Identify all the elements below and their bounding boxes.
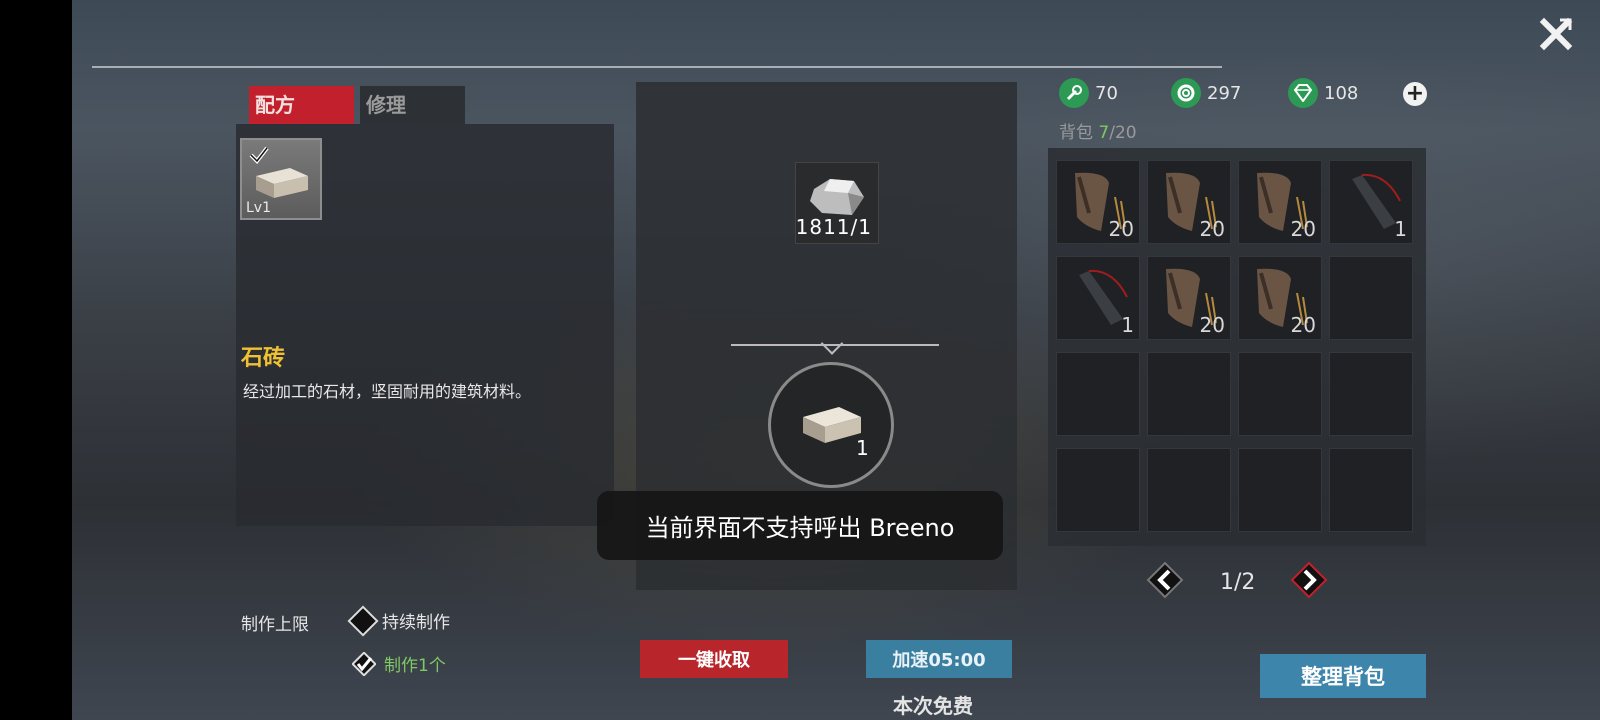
craft-limit-label: 制作上限 [241,615,309,635]
inventory-slot-count: 20 [1290,313,1316,337]
inventory-slot[interactable]: 1 [1056,256,1140,340]
currency-wrench-value: 70 [1095,82,1118,104]
inventory-slot[interactable]: 20 [1238,256,1322,340]
inventory-slot-count: 1 [1394,217,1407,241]
gear-coin-icon [1171,78,1201,108]
inventory-slot[interactable] [1056,352,1140,436]
tab-recipe[interactable]: 配方 [249,86,354,124]
output-slot[interactable] [768,362,894,488]
header-divider [92,66,1222,68]
inventory-slot-count: 1 [1121,313,1134,337]
option-craft-one[interactable]: 制作1个 [352,651,446,676]
system-toast: 当前界面不支持呼出 Breeno [597,491,1003,560]
recipe-slot-stone-brick[interactable]: Lv1 [240,138,322,220]
currency-gear: 297 [1171,78,1241,108]
inventory-slot-count: 20 [1199,313,1225,337]
inventory-slot[interactable]: 20 [1056,160,1140,244]
inventory-slot[interactable] [1147,448,1231,532]
stone-brick-icon [256,168,308,198]
option-continuous-craft[interactable]: 持续制作 [347,604,450,637]
item-description: 经过加工的石材，坚固耐用的建筑材料。 [243,382,532,401]
material-slot[interactable]: 1811/1 [795,162,879,244]
inventory-slot[interactable]: 1 [1329,160,1413,244]
item-name: 石砖 [241,346,286,371]
inventory-slot[interactable]: 20 [1147,256,1231,340]
inventory-slot[interactable] [1147,352,1231,436]
tab-repair[interactable]: 修理 [360,86,465,124]
gem-icon [1288,78,1318,108]
inventory-slot[interactable] [1238,352,1322,436]
material-count: 1811/1 [795,215,872,239]
currency-gem: 108 [1288,78,1358,108]
diamond-checkbox-icon [347,604,379,637]
wrench-coin-icon [1059,78,1089,108]
page-prev-button[interactable] [1145,560,1185,600]
output-count: 1 [856,436,869,460]
chevron-left-icon [1146,561,1184,599]
stone-icon [810,179,864,215]
inventory-slot[interactable]: 20 [1147,160,1231,244]
option-craft-one-label: 制作1个 [384,656,446,676]
currency-gem-value: 108 [1324,82,1359,104]
speed-up-button[interactable]: 加速05:00 [866,640,1012,678]
bag-used: 7 [1098,123,1110,143]
inventory-slot[interactable] [1329,448,1413,532]
add-currency-button[interactable]: + [1403,82,1427,106]
inventory-slot[interactable]: 20 [1238,160,1322,244]
collect-all-button[interactable]: 一键收取 [640,640,788,678]
close-icon[interactable] [1538,16,1574,52]
inventory-slot-count: 20 [1108,217,1134,241]
currency-wrench: 70 [1059,78,1118,108]
recipe-level: Lv1 [246,200,271,216]
inventory-grid: 20 20 20 1 1 20 20 [1056,160,1413,532]
inventory-slot[interactable] [1238,448,1322,532]
page-indicator: 1/2 [1220,570,1256,595]
page-next-button[interactable] [1289,560,1329,600]
bag-total: /20 [1109,123,1137,143]
checked-checkbox-icon [352,651,376,676]
inventory-slot-count: 20 [1290,217,1316,241]
currency-gear-value: 297 [1207,82,1242,104]
chevron-right-icon [1290,561,1328,599]
bag-capacity: 背包 7/20 [1059,118,1137,143]
inventory-slot[interactable] [1329,256,1413,340]
option-continuous-label: 持续制作 [382,613,450,633]
inventory-slot-count: 20 [1199,217,1225,241]
inventory-slot[interactable] [1056,448,1140,532]
inventory-slot[interactable] [1329,352,1413,436]
sort-bag-button[interactable]: 整理背包 [1260,654,1426,698]
free-note: 本次免费 [893,694,973,718]
bag-label: 背包 [1059,123,1093,143]
